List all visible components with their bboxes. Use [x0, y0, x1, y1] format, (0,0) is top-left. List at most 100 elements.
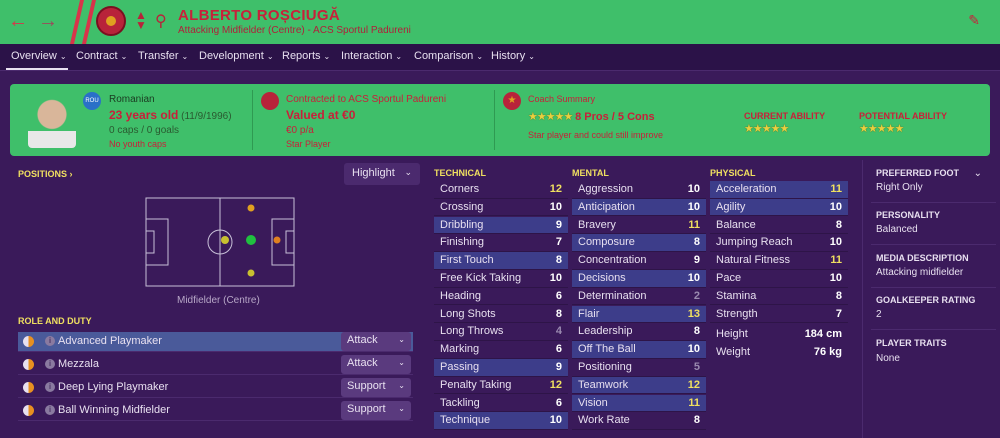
- attribute-value: 8: [693, 236, 700, 249]
- nation-flag-icon[interactable]: ROU: [83, 92, 101, 110]
- attribute-value: 5: [693, 361, 700, 373]
- back-arrow-icon[interactable]: ←: [8, 10, 28, 33]
- attribute-value: 10: [829, 236, 842, 249]
- physical-attribute-row[interactable]: Natural Fitness 11: [710, 252, 848, 270]
- physical-attribute-row[interactable]: Agility 10: [710, 198, 848, 217]
- forward-arrow-icon[interactable]: →: [38, 10, 58, 33]
- mental-attribute-row[interactable]: Concentration 9: [572, 252, 706, 270]
- tab-history[interactable]: History ⌄: [491, 50, 535, 62]
- divider: [494, 90, 495, 150]
- tab-development[interactable]: Development ⌄: [199, 50, 274, 62]
- chevron-down-icon[interactable]: ⌄: [974, 168, 982, 179]
- divider: [871, 329, 996, 330]
- mental-attribute-row[interactable]: Bravery 11: [572, 217, 706, 235]
- player-details-panel: PREFERRED FOOT ⌄ Right Only PERSONALITY …: [862, 160, 1000, 438]
- edit-icon[interactable]: ✎: [968, 12, 980, 29]
- preferred-foot-label: PREFERRED FOOT: [876, 168, 960, 178]
- mental-attribute-row[interactable]: Determination 2: [572, 288, 706, 306]
- mental-attribute-row[interactable]: Anticipation 10: [572, 198, 706, 217]
- highlight-dropdown[interactable]: Highlight ⌄: [344, 163, 420, 185]
- positions-title[interactable]: POSITIONS ›: [18, 169, 73, 179]
- physical-attribute-row[interactable]: Strength 7: [710, 306, 848, 324]
- technical-attribute-row[interactable]: Free Kick Taking 10: [434, 270, 568, 288]
- info-icon[interactable]: i: [45, 336, 55, 346]
- attribute-value: 11: [688, 396, 700, 409]
- duty-dropdown[interactable]: Attack ⌄: [341, 355, 411, 374]
- attribute-value: 11: [830, 183, 842, 195]
- mental-attribute-row[interactable]: Off The Ball 10: [572, 341, 706, 359]
- attribute-value: 8: [555, 254, 562, 267]
- wage: €0 p/a: [286, 125, 314, 136]
- mental-attribute-row[interactable]: Composure 8: [572, 234, 706, 253]
- info-icon[interactable]: i: [45, 382, 55, 392]
- duty-dropdown[interactable]: Support ⌄: [341, 401, 411, 420]
- mental-attribute-row[interactable]: Decisions 10: [572, 270, 706, 288]
- mental-attribute-row[interactable]: Positioning 5: [572, 359, 706, 377]
- attribute-name: Jumping Reach: [716, 236, 793, 249]
- technical-attribute-row[interactable]: Finishing 7: [434, 234, 568, 253]
- attribute-name: Marking: [440, 343, 480, 356]
- info-icon[interactable]: i: [45, 359, 55, 369]
- player-cycle-icon[interactable]: ▲ ▼: [135, 9, 147, 31]
- role-row[interactable]: i Advanced Playmaker Attack ⌄: [18, 332, 413, 352]
- height-label: Height: [716, 328, 748, 340]
- tab-interaction[interactable]: Interaction ⌄: [341, 50, 402, 62]
- club-badge[interactable]: [96, 6, 126, 36]
- mental-attribute-row[interactable]: Leadership 8: [572, 323, 706, 342]
- info-icon[interactable]: i: [45, 405, 55, 415]
- attribute-name: Crossing: [440, 200, 484, 213]
- physical-attribute-row[interactable]: Pace 10: [710, 270, 848, 288]
- club-badge-icon[interactable]: [261, 92, 279, 110]
- active-tab-indicator: [6, 68, 68, 70]
- role-row[interactable]: i Ball Winning Midfielder Support ⌄: [18, 401, 413, 421]
- technical-attribute-row[interactable]: Long Shots 8: [434, 306, 568, 324]
- technical-attribute-row[interactable]: Technique 10: [434, 412, 568, 431]
- physical-attribute-row[interactable]: Stamina 8: [710, 288, 848, 306]
- attribute-name: Stamina: [716, 289, 757, 302]
- physical-attribute-row[interactable]: Balance 8: [710, 217, 848, 235]
- technical-attribute-row[interactable]: Corners 12: [434, 181, 568, 199]
- positions-pitch: [145, 197, 295, 287]
- mental-attribute-row[interactable]: Aggression 10: [572, 181, 706, 199]
- technical-title: TECHNICAL: [434, 168, 486, 178]
- tab-transfer[interactable]: Transfer ⌄: [138, 50, 188, 62]
- coach-summary-title: Coach Summary: [528, 94, 596, 104]
- technical-attribute-row[interactable]: Penalty Taking 12: [434, 377, 568, 395]
- technical-attribute-row[interactable]: Crossing 10: [434, 199, 568, 217]
- chevron-down-icon: ⌄: [476, 52, 484, 61]
- duty-dropdown[interactable]: Attack ⌄: [341, 332, 411, 351]
- tab-reports[interactable]: Reports ⌄: [282, 50, 330, 62]
- technical-attribute-row[interactable]: Heading 6: [434, 288, 568, 306]
- tab-comparison[interactable]: Comparison ⌄: [414, 50, 483, 62]
- search-icon[interactable]: ⚲: [155, 11, 167, 31]
- attribute-name: Determination: [578, 289, 647, 302]
- technical-attribute-row[interactable]: First Touch 8: [434, 252, 568, 270]
- tab-overview[interactable]: Overview ⌄: [11, 50, 67, 62]
- attribute-name: Penalty Taking: [440, 378, 512, 391]
- attribute-name: Passing: [440, 361, 480, 373]
- mental-attribute-row[interactable]: Flair 13: [572, 305, 706, 324]
- physical-attribute-row[interactable]: Jumping Reach 10: [710, 234, 848, 253]
- technical-attribute-row[interactable]: Tackling 6: [434, 395, 568, 413]
- divider: [871, 244, 996, 245]
- mental-attribute-row[interactable]: Teamwork 12: [572, 376, 706, 395]
- role-row[interactable]: i Mezzala Attack ⌄: [18, 355, 413, 375]
- player-subtitle: Attacking Midfielder (Centre) - ACS Spor…: [178, 25, 411, 36]
- potential-ability-stars: ★★★★★: [859, 123, 904, 135]
- role-row[interactable]: i Deep Lying Playmaker Support ⌄: [18, 378, 413, 398]
- tab-contract[interactable]: Contract ⌄: [76, 50, 127, 62]
- technical-attribute-row[interactable]: Dribbling 9: [434, 216, 568, 235]
- technical-attribute-row[interactable]: Passing 9: [434, 359, 568, 377]
- role-rating-icon: [23, 382, 34, 393]
- media-description-label: MEDIA DESCRIPTION: [876, 253, 969, 263]
- attribute-value: 6: [555, 396, 562, 409]
- position-dot-mc: [246, 235, 256, 245]
- technical-attribute-row[interactable]: Marking 6: [434, 341, 568, 359]
- technical-attribute-row[interactable]: Long Throws 4: [434, 323, 568, 342]
- position-dot-mr: [247, 269, 255, 277]
- mental-attribute-row[interactable]: Vision 11: [572, 394, 706, 413]
- duty-dropdown[interactable]: Support ⌄: [341, 378, 411, 397]
- player-traits-label: PLAYER TRAITS: [876, 338, 947, 348]
- mental-attribute-row[interactable]: Work Rate 8: [572, 412, 706, 431]
- physical-attribute-row[interactable]: Acceleration 11: [710, 181, 848, 199]
